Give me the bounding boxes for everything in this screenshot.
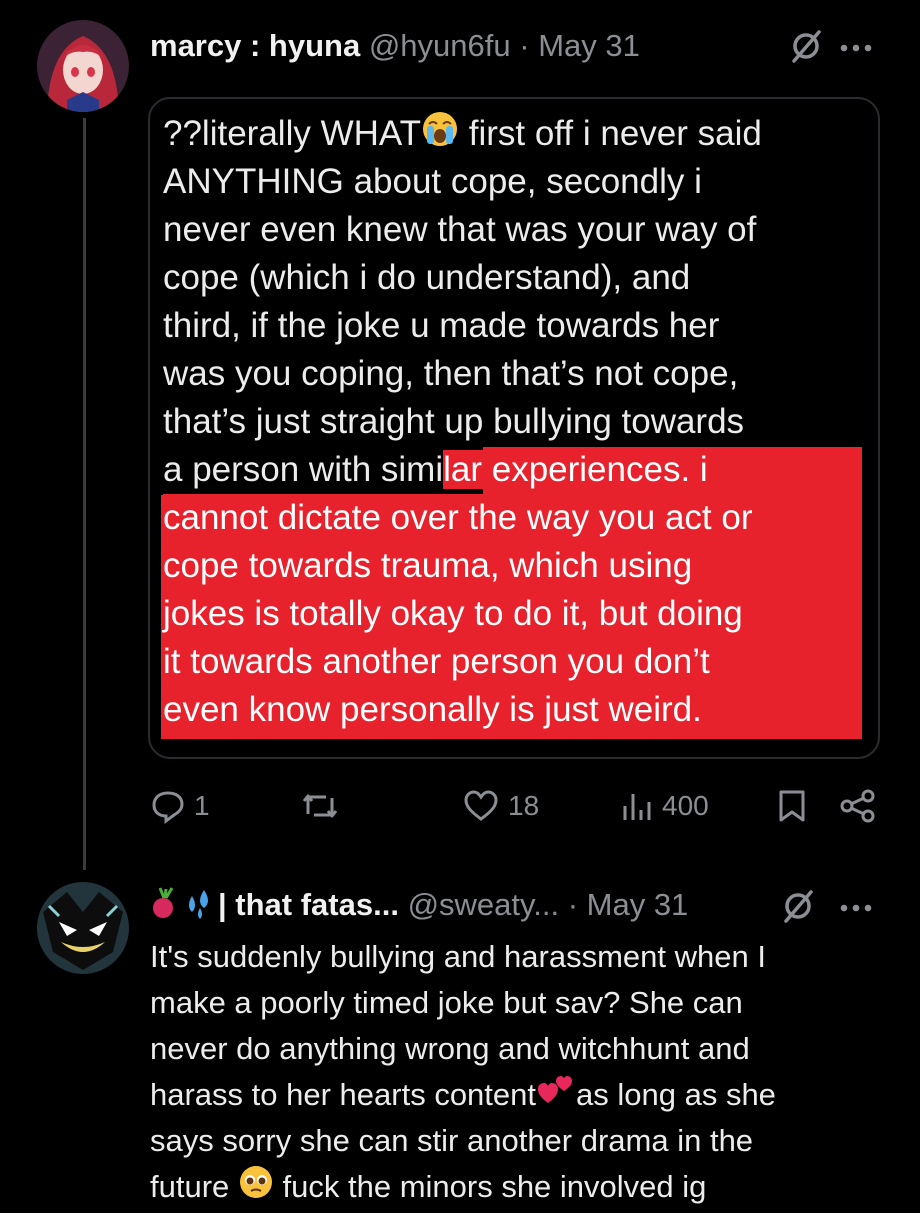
loudly-crying-face-icon <box>421 110 459 161</box>
tweet-text: make a poorly timed joke but sav? She ca… <box>150 985 743 1020</box>
quote-line: cope (which i do understand), and <box>163 258 691 297</box>
tweet-text: It's suddenly bullying and harassment wh… <box>150 939 766 974</box>
tweet-text: says sorry she can stir another drama in… <box>150 1123 754 1158</box>
quote-line: ??literally WHAT first off i never said <box>163 110 762 161</box>
tweet-text: never do anything wrong and witchhunt an… <box>150 1031 750 1066</box>
sweat-droplets-icon <box>182 886 218 928</box>
grok-icon[interactable] <box>788 28 824 69</box>
reply-button[interactable]: 1 <box>150 788 210 824</box>
heart-icon <box>464 790 498 821</box>
tweet-actions: 1 18 400 <box>0 788 920 832</box>
highlighted-text: cope towards trauma, which using <box>163 542 693 590</box>
quote-line: a person with similar experiences. i <box>163 446 708 494</box>
tweet-header: marcy : hyuna @hyun6fu · May 31 <box>150 28 640 64</box>
tweet-text-segment: fuck the minors she involved ig <box>273 1169 707 1204</box>
avatar-image-icon <box>37 20 129 112</box>
avatar[interactable] <box>37 882 129 974</box>
display-name[interactable]: | that fatas... <box>218 887 399 922</box>
like-button[interactable]: 18 <box>462 788 539 824</box>
separator: · <box>519 28 530 63</box>
reply-icon <box>152 791 184 824</box>
quote-line: that’s just straight up bullying towards <box>163 402 745 441</box>
tweet-text: future fuck the minors she involved ig <box>150 1164 706 1213</box>
separator: · <box>567 887 579 923</box>
share-icon <box>840 789 875 823</box>
highlighted-text: even know personally is just weird. <box>163 686 702 734</box>
views-button[interactable]: 400 <box>620 788 709 824</box>
handle[interactable]: @sweaty... <box>408 887 560 922</box>
grok-icon[interactable] <box>780 888 816 929</box>
timestamp[interactable]: May 31 <box>587 887 689 922</box>
radish-icon <box>150 886 182 928</box>
views-chart-icon <box>623 794 651 820</box>
bookmark-icon <box>779 790 805 822</box>
quote-text: a person with simi <box>163 450 444 489</box>
like-count: 18 <box>508 790 540 821</box>
quote-line: third, if the joke u made towards her <box>163 306 720 345</box>
quote-line: ANYTHING about cope, secondly i <box>163 162 702 201</box>
timestamp[interactable]: May 31 <box>538 28 640 63</box>
quote-text: first off i never said <box>459 114 762 153</box>
avatar-image-icon <box>37 882 129 974</box>
retweet-icon <box>302 794 338 818</box>
quote-text: ??literally WHAT <box>163 114 422 153</box>
avatar[interactable] <box>37 20 129 112</box>
highlighted-text: cannot dictate over the way you act or <box>163 494 753 542</box>
share-button[interactable] <box>838 788 878 824</box>
tweet-text-segment: future <box>150 1169 230 1204</box>
tweet-header: | that fatas... @sweaty... · May 31 <box>150 886 688 928</box>
handle[interactable]: @hyun6fu <box>369 28 511 63</box>
quote-line: never even knew that was your way of <box>163 210 757 249</box>
highlighted-text: jokes is totally okay to do it, but doin… <box>163 590 743 638</box>
tweet-text-segment: harass to her hearts content <box>150 1077 537 1112</box>
tweet-text: harass to her hearts content as long as … <box>150 1072 776 1120</box>
highlighted-text: it towards another person you don’t <box>163 638 710 686</box>
view-count: 400 <box>662 790 709 821</box>
thread-connector-line <box>83 118 86 870</box>
quote-line: was you coping, then that’s not cope, <box>163 354 739 393</box>
pleading-face-icon <box>238 1164 274 1213</box>
reply-count: 1 <box>194 790 210 821</box>
retweet-button[interactable] <box>300 788 348 824</box>
display-name[interactable]: marcy : hyuna <box>150 28 360 63</box>
more-options-icon[interactable] <box>838 888 874 929</box>
more-options-icon[interactable] <box>838 28 874 69</box>
bookmark-button[interactable] <box>776 788 808 824</box>
tweet-text-segment: as long as she <box>576 1077 776 1112</box>
highlighted-text: lar experiences. i <box>443 450 708 489</box>
two-hearts-icon <box>536 1073 576 1120</box>
